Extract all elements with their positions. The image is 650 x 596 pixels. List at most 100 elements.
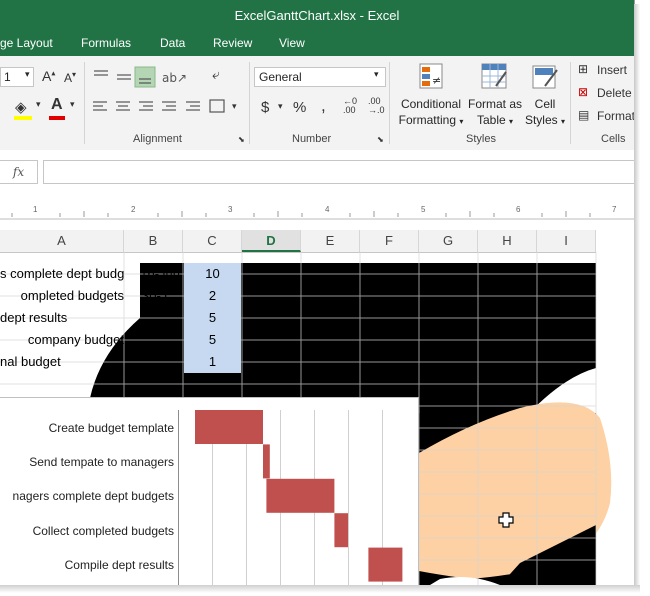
gantt-bar[interactable] (334, 513, 348, 548)
delete-button[interactable]: Delete (597, 86, 632, 100)
cell-b-date[interactable]: 30-J (142, 285, 182, 307)
ruler-label: 5 (421, 205, 426, 214)
cell-cursor-icon (498, 512, 514, 528)
cell-c-duration[interactable]: 5 (184, 329, 241, 351)
format-as-table-button[interactable]: Format as Table ▾ (466, 96, 524, 130)
ruler-label: 7 (612, 205, 617, 214)
comma-style-button[interactable]: , (321, 96, 326, 116)
column-header-b[interactable]: B (124, 230, 183, 252)
tab-formulas[interactable]: Formulas (81, 36, 131, 50)
conditional-label-2: Formatting (398, 113, 456, 127)
decrease-decimal-icon[interactable]: .00 →.0 (368, 97, 385, 115)
insert-function-button[interactable]: fx (0, 160, 38, 184)
column-header-c[interactable]: C (183, 230, 242, 252)
chevron-down-icon[interactable]: ▾ (70, 99, 75, 110)
percent-style-button[interactable]: % (293, 99, 306, 116)
window-shadow (634, 4, 640, 589)
chevron-down-icon[interactable]: ▾ (232, 101, 237, 112)
conditional-formatting-button[interactable]: Conditional Formatting ▾ (397, 96, 465, 130)
dialog-launcher-icon[interactable]: ⬊ (238, 135, 245, 144)
cell-c-duration[interactable]: 5 (184, 307, 241, 329)
cell-c-duration[interactable]: 10 (184, 263, 241, 285)
cell-a-task[interactable]: dept results (0, 307, 124, 329)
tab-view[interactable]: View (279, 36, 305, 50)
chevron-down-icon: ▾ (509, 117, 514, 126)
number-format-value: General (259, 70, 302, 84)
increase-font-icon[interactable]: A▴ (42, 68, 55, 84)
format-table-label-2: Table (476, 113, 506, 127)
chart-category-labels: Create budget template Send tempate to m… (0, 398, 174, 585)
alignment-group-label: Alignment (133, 133, 182, 145)
format-button[interactable]: Format (597, 109, 634, 123)
vertical-align-icons[interactable]: ab↗ (90, 66, 200, 88)
cell-styles-label-1: Cell (534, 97, 556, 111)
tab-review[interactable]: Review (213, 36, 252, 50)
ruler-label: 2 (131, 205, 136, 214)
chevron-down-icon: ▾ (374, 69, 379, 79)
cell-b-date[interactable]: 16-Jun (124, 263, 182, 285)
category-label: Send tempate to managers (29, 455, 174, 469)
insert-button[interactable]: Insert (597, 63, 627, 77)
format-as-table-icon (481, 63, 507, 89)
category-label: Create budget template (48, 421, 174, 435)
column-header-f[interactable]: F (360, 230, 419, 252)
fill-color-swatch (14, 116, 32, 120)
column-header-g[interactable]: G (419, 230, 478, 252)
column-header-a[interactable]: A (0, 230, 124, 252)
data-rows: s complete dept budge 16-Jun 10 ompleted… (0, 263, 634, 373)
column-header-h[interactable]: H (478, 230, 537, 252)
cell-c-duration[interactable]: 1 (184, 351, 241, 373)
styles-group-label: Styles (466, 133, 496, 145)
divider (249, 62, 250, 144)
horizontal-align-icons[interactable] (90, 98, 230, 118)
cell-c-duration[interactable]: 2 (184, 285, 241, 307)
ruler-label: 3 (228, 205, 233, 214)
column-header-d[interactable]: D (242, 230, 301, 252)
cell-styles-button[interactable]: Cell Styles ▾ (522, 96, 568, 130)
number-group-label: Number (292, 133, 332, 145)
gantt-bar[interactable] (368, 547, 403, 582)
chevron-down-icon: ▾ (25, 69, 30, 79)
divider (389, 62, 390, 144)
insert-cells-icon: ⊞ (578, 62, 589, 76)
increase-decimal-icon[interactable]: ←0.00 (343, 97, 357, 115)
accounting-format-button[interactable]: $ (261, 99, 269, 116)
divider (570, 62, 571, 144)
tab-data[interactable]: Data (160, 36, 185, 50)
conditional-label-1: Conditional (400, 97, 462, 111)
ruler-label: 4 (325, 205, 330, 214)
window-title: ExcelGanttChart.xlsx - Excel (234, 8, 400, 23)
formula-input[interactable] (43, 160, 634, 184)
decrease-font-icon[interactable]: A▾ (64, 70, 76, 85)
cell-a-task[interactable]: s complete dept budge (0, 263, 124, 285)
page-layout-ruler: 1 2 3 4 5 6 7 (0, 194, 634, 230)
column-header-i[interactable]: I (537, 230, 596, 252)
gantt-chart[interactable]: Create budget template Send tempate to m… (0, 397, 419, 585)
dialog-launcher-icon[interactable]: ⬊ (377, 135, 384, 144)
category-label: Collect completed budgets (32, 524, 174, 538)
fill-color-icon[interactable]: ◈ (15, 98, 27, 116)
tab-page-layout[interactable]: ge Layout (0, 36, 53, 50)
format-cells-icon: ▤ (578, 108, 590, 122)
window-shadow (0, 585, 640, 593)
cell-a-task[interactable]: company budget (0, 329, 124, 351)
column-header-e[interactable]: E (301, 230, 360, 252)
font-color-swatch (49, 116, 65, 120)
ribbon: 1 ▾ A▴ A▾ ◈ ▾ A ▾ ab↗ ⤶ ▾ Alignment ⬊ Ge… (0, 56, 634, 151)
font-size-value: 1 (4, 70, 11, 84)
ruler-label: 6 (516, 205, 521, 214)
gantt-bar[interactable] (263, 444, 270, 479)
number-format-dropdown[interactable]: General ▾ (254, 67, 386, 87)
font-color-icon[interactable]: A (51, 96, 63, 114)
chevron-down-icon[interactable]: ▾ (36, 99, 41, 110)
divider (84, 62, 85, 144)
wrap-text-icon[interactable]: ⤶ (212, 66, 220, 83)
gantt-bar[interactable] (266, 478, 335, 513)
cell-a-task[interactable]: nal budget (0, 351, 124, 373)
cell-a-task[interactable]: ompleted budgets (0, 285, 124, 307)
svg-text:ab↗: ab↗ (162, 71, 187, 85)
gantt-bar[interactable] (195, 410, 263, 444)
chevron-down-icon[interactable]: ▾ (278, 101, 283, 112)
font-size-box[interactable]: 1 ▾ (0, 67, 34, 87)
column-headers: A B C D E F G H I (0, 230, 596, 253)
